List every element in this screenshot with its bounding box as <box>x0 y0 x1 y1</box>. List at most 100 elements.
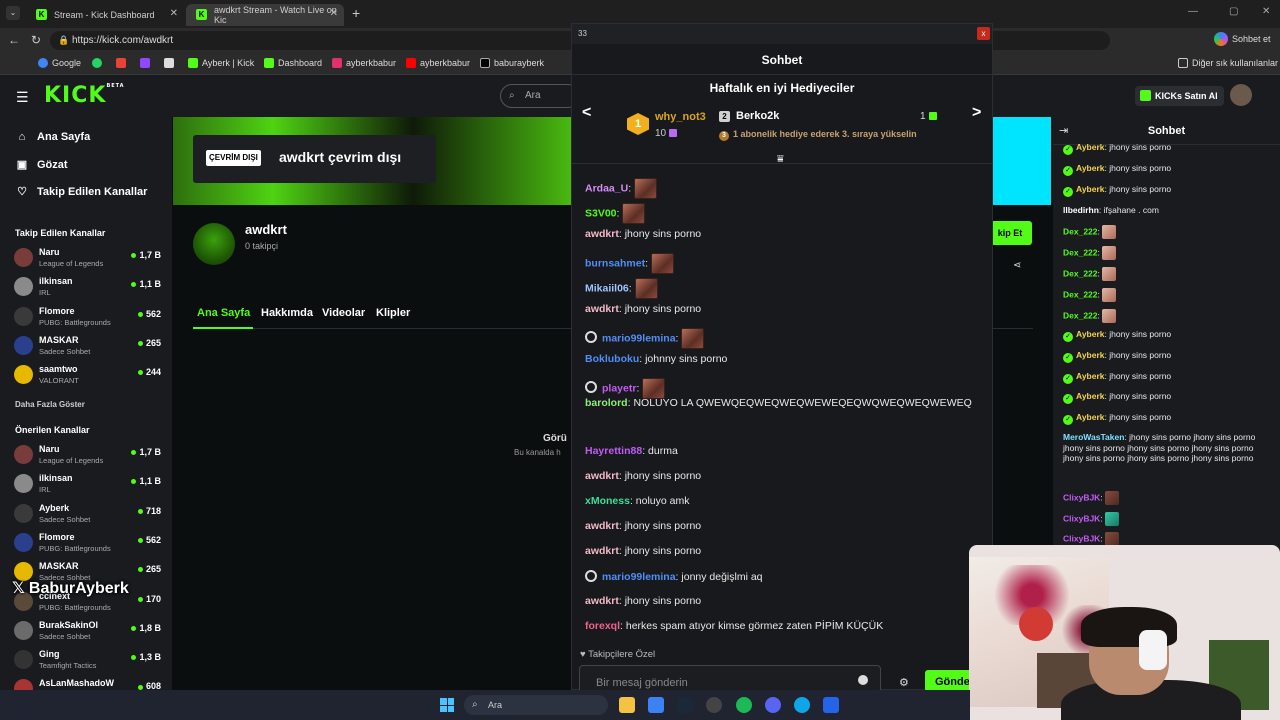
sidebar-channel[interactable]: Naru League of Legends 1,7 B <box>14 443 164 469</box>
chat-username[interactable]: burnsahmet <box>585 257 645 269</box>
chat-username[interactable]: Ayberk <box>1076 163 1105 173</box>
close-window-icon[interactable]: ✕ <box>1262 6 1270 17</box>
chat-username[interactable]: Dex_222 <box>1063 268 1098 278</box>
chat-username[interactable]: Dex_222 <box>1063 289 1098 299</box>
chat-username[interactable]: llbedirhn <box>1063 205 1099 215</box>
tab-home[interactable]: Ana Sayfa <box>197 307 250 319</box>
tab-actions-icon[interactable]: ⌄ <box>6 6 20 20</box>
file-explorer-icon[interactable] <box>619 697 635 713</box>
chat-username[interactable]: mario99lemina <box>602 571 676 583</box>
close-popup-icon[interactable]: x <box>977 27 990 40</box>
chat-username[interactable]: xMoness <box>585 495 630 507</box>
bookmark-dashboard[interactable]: Dashboard <box>264 58 322 68</box>
chat-username[interactable]: ClixyBJK <box>1063 513 1100 523</box>
maximize-icon[interactable]: ▢ <box>1229 6 1238 17</box>
obs-icon[interactable] <box>706 697 722 713</box>
chat-username[interactable]: awdkrt <box>585 595 619 607</box>
back-icon[interactable]: ← <box>8 33 20 47</box>
sidebar-channel[interactable]: Flomore PUBG: Battlegrounds 562 <box>14 305 164 331</box>
top-gifter-name[interactable]: why_not3 <box>655 111 706 123</box>
channel-avatar[interactable] <box>193 223 235 265</box>
chat-username[interactable]: Ayberk <box>1076 412 1105 422</box>
app-icon[interactable] <box>823 697 839 713</box>
chat-username[interactable]: S3V00 <box>585 207 617 219</box>
windows-start-icon[interactable] <box>440 698 454 712</box>
chat-username[interactable]: Ardaa_U <box>585 182 628 194</box>
bookmark-google[interactable]: Google <box>38 58 81 68</box>
close-tab-icon[interactable]: ✕ <box>170 8 178 19</box>
new-tab-icon[interactable]: + <box>352 5 360 21</box>
chat-username[interactable]: playetr <box>602 382 636 394</box>
chat-username[interactable]: Ayberk <box>1076 184 1105 194</box>
browser-tab-dashboard[interactable]: K Stream - Kick Dashboard ✕ <box>26 4 184 26</box>
chevron-right-icon[interactable]: > <box>972 104 981 122</box>
gmail-bookmark[interactable] <box>116 58 126 68</box>
chat-username[interactable]: awdkrt <box>585 470 619 482</box>
show-more-link[interactable]: Daha Fazla Göster <box>15 400 85 409</box>
other-bookmark[interactable] <box>164 58 174 68</box>
buy-kicks-button[interactable]: KICKs Satın Al <box>1135 86 1224 106</box>
whatsapp-bookmark[interactable] <box>92 58 102 68</box>
sidebar-channel[interactable]: Ayberk Sadece Sohbet 718 <box>14 502 164 528</box>
nav-home[interactable]: ⌂ Ana Sayfa <box>16 131 91 143</box>
chat-username[interactable]: mario99lemina <box>602 332 676 344</box>
sidebar-channel[interactable]: MASKAR Sadece Sohbet 265 <box>14 334 164 360</box>
chevron-left-icon[interactable]: < <box>582 104 591 122</box>
chat-username[interactable]: Dex_222 <box>1063 310 1098 320</box>
chat-username[interactable]: Ayberk <box>1076 142 1105 152</box>
chat-username[interactable]: Dex_222 <box>1063 226 1098 236</box>
user-avatar[interactable] <box>1230 84 1252 106</box>
twitch-bookmark[interactable] <box>140 58 150 68</box>
kick-logo[interactable]: KICKBETA <box>44 83 125 108</box>
sidebar-channel[interactable]: Ging Teamfight Tactics 1,3 B <box>14 648 164 674</box>
chat-settings-icon[interactable]: ⚙ <box>899 676 909 689</box>
chat-message-input[interactable]: Bir mesaj gönderin <box>579 665 881 693</box>
sidebar-channel[interactable]: saamtwo VALORANT 244 <box>14 363 164 389</box>
chat-username[interactable]: Ayberk <box>1076 350 1105 360</box>
spotify-icon[interactable] <box>736 697 752 713</box>
sidebar-channel[interactable]: Naru League of Legends 1,7 B <box>14 246 164 272</box>
tab-videos[interactable]: Videolar <box>322 307 365 319</box>
chat-username[interactable]: Hayrettin88 <box>585 445 642 457</box>
tab-about[interactable]: Hakkımda <box>261 307 313 319</box>
discord-icon[interactable] <box>765 697 781 713</box>
bookmark-youtube[interactable]: ayberkbabur <box>406 58 470 68</box>
sidebar-channel[interactable]: ilkinsan IRL 1,1 B <box>14 472 164 498</box>
steam-icon[interactable] <box>677 697 693 713</box>
chat-username[interactable]: Ayberk <box>1076 391 1105 401</box>
collapse-leaderboard-icon[interactable]: ⩸ <box>777 153 784 166</box>
chat-username[interactable]: MeroWasTaken <box>1063 432 1124 442</box>
browser-tab-awdkrt[interactable]: K awdkrt Stream - Watch Live on Kic ✕ <box>186 4 344 26</box>
sidebar-channel[interactable]: ilkinsan IRL 1,1 B <box>14 275 164 301</box>
nav-browse[interactable]: ▣ Gözat <box>16 158 68 172</box>
chat-username[interactable]: awdkrt <box>585 545 619 557</box>
sidebar-channel[interactable]: Flomore PUBG: Battlegrounds 562 <box>14 531 164 557</box>
chat-username[interactable]: ClixyBJK <box>1063 533 1100 543</box>
emoji-icon[interactable] <box>858 675 868 685</box>
chat-username[interactable]: Bokluboku <box>585 353 639 365</box>
edge-icon[interactable] <box>794 697 810 713</box>
sidebar-channel[interactable]: AsLanMashadoW 608 <box>14 677 164 690</box>
menu-icon[interactable]: ☰ <box>16 89 29 106</box>
taskbar-search[interactable]: ⌕ Ara <box>464 695 608 715</box>
search-input[interactable]: ⌕ Ara <box>500 84 580 108</box>
chat-username[interactable]: Ayberk <box>1076 371 1105 381</box>
store-icon[interactable] <box>648 697 664 713</box>
chat-username[interactable]: awdkrt <box>585 228 619 240</box>
follow-button[interactable]: kip Et <box>988 221 1032 245</box>
bookmark-ayberk-kick[interactable]: Ayberk | Kick <box>188 58 254 68</box>
tab-clips[interactable]: Klipler <box>376 307 410 319</box>
chat-username[interactable]: ClixyBJK <box>1063 492 1100 502</box>
sidebar-channel[interactable]: BurakSakinOl Sadece Sohbet 1,8 B <box>14 619 164 645</box>
share-icon[interactable]: ⋖ <box>1013 260 1021 271</box>
send-button[interactable]: Gönde <box>925 670 973 692</box>
chat-username[interactable]: Dex_222 <box>1063 247 1098 257</box>
chat-username[interactable]: awdkrt <box>585 303 619 315</box>
nav-following[interactable]: ♡ Takip Edilen Kanallar <box>16 185 147 199</box>
chat-username[interactable]: barolord <box>585 397 628 409</box>
chat-username[interactable]: Mikaiil06 <box>585 282 629 294</box>
reload-icon[interactable]: ↻ <box>31 33 41 47</box>
chat-username[interactable]: Ayberk <box>1076 329 1105 339</box>
bookmark-x[interactable]: baburayberk <box>480 58 544 68</box>
second-gifter-name[interactable]: Berko2k <box>736 110 779 122</box>
